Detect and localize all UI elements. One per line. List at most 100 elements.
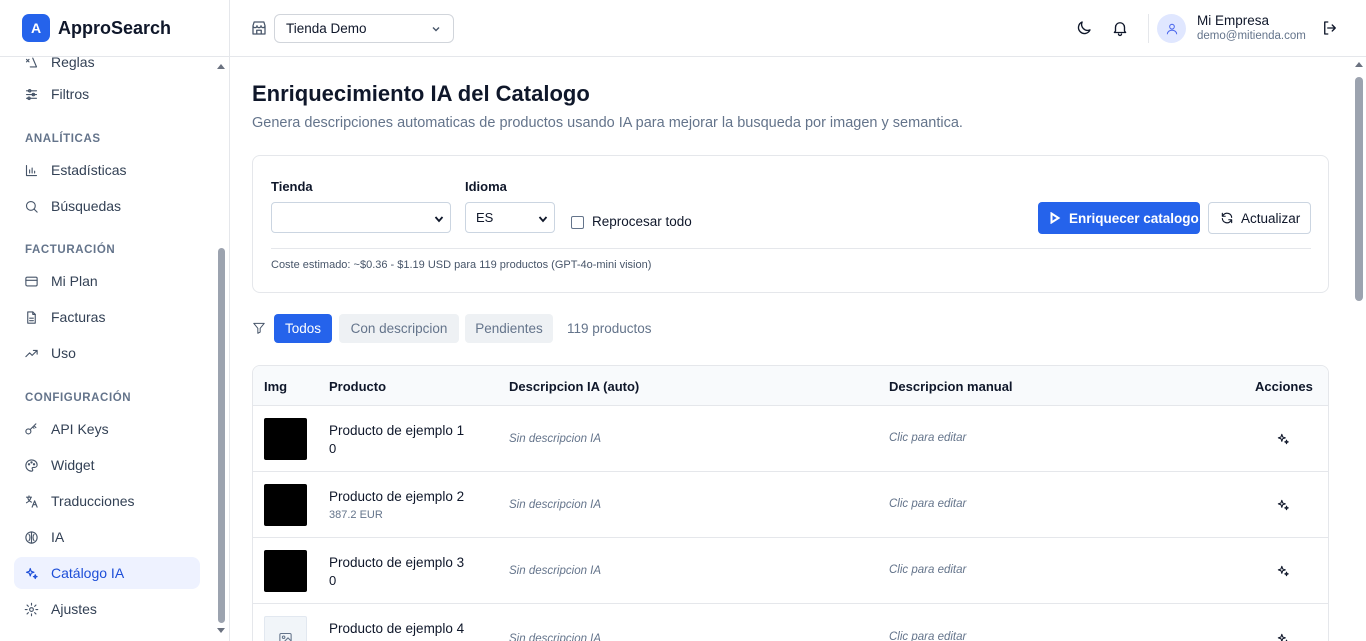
enrich-row-button[interactable] — [1276, 632, 1290, 641]
language-dropdown[interactable]: ES — [465, 202, 555, 233]
section-analiticas: ANALÍTICAS — [25, 133, 101, 145]
moon-icon — [1077, 21, 1091, 35]
notifications-button[interactable] — [1111, 19, 1129, 37]
sidebar-item-label: Widget — [51, 457, 95, 473]
sidebar-item-api-keys[interactable]: API Keys — [14, 413, 200, 445]
table-row: Producto de ejemplo 2 387.2 EUR Sin desc… — [253, 472, 1328, 538]
top-header: Tienda Demo Mi Empresa demo@mitienda.com — [230, 0, 1366, 57]
product-price: 387.2 EUR — [329, 509, 383, 521]
sidebar-item-label: Facturas — [51, 309, 106, 325]
scroll-up-arrow-icon[interactable] — [217, 64, 225, 69]
sliders-icon — [25, 88, 38, 100]
manual-description-edit[interactable]: Clic para editar — [889, 432, 966, 444]
sparkles-icon — [1277, 433, 1289, 445]
enrich-catalog-button[interactable]: Enriquecer catalogo — [1038, 202, 1200, 234]
language-label: Idioma — [465, 179, 507, 194]
product-price: 0 — [329, 441, 337, 456]
sidebar-item-label: Mi Plan — [51, 273, 98, 289]
sidebar-item-traducciones[interactable]: Traducciones — [14, 485, 200, 517]
product-thumbnail-placeholder — [264, 616, 307, 641]
store-icon — [250, 19, 268, 37]
sidebar-item-uso[interactable]: Uso — [14, 337, 200, 369]
scroll-up-arrow-icon[interactable] — [1354, 62, 1363, 67]
logout-icon — [1324, 21, 1336, 35]
section-facturacion: FACTURACIÓN — [25, 244, 116, 256]
product-name: Producto de ejemplo 4 — [329, 621, 465, 636]
play-icon — [1050, 212, 1061, 224]
sidebar-item-mi-plan[interactable]: Mi Plan — [14, 265, 200, 297]
sparkles-icon — [1277, 565, 1289, 577]
store-select[interactable]: Tienda Demo — [274, 14, 454, 43]
sidebar-item-busquedas[interactable]: Búsquedas — [14, 190, 200, 222]
sidebar-item-filtros[interactable]: Filtros — [14, 78, 200, 110]
product-thumbnail — [264, 550, 307, 592]
filter-chip-todos[interactable]: Todos — [274, 314, 332, 343]
sidebar-item-facturas[interactable]: Facturas — [14, 301, 200, 333]
product-name: Producto de ejemplo 2 — [329, 489, 465, 504]
filter-chip-pendientes[interactable]: Pendientes — [465, 314, 553, 343]
user-email: demo@mitienda.com — [1197, 30, 1306, 42]
refresh-icon — [1221, 212, 1233, 224]
sidebar-item-label: Ajustes — [51, 601, 97, 617]
sidebar-item-widget[interactable]: Widget — [14, 449, 200, 481]
ai-description: Sin descripcion IA — [509, 499, 602, 511]
language-dropdown-value: ES — [476, 210, 494, 225]
table-row: Producto de ejemplo 1 0 Sin descripcion … — [253, 406, 1328, 472]
refresh-label: Actualizar — [1241, 210, 1301, 226]
sidebar-item-catalogo-ia[interactable]: Catálogo IA — [14, 557, 200, 589]
table-row: Producto de ejemplo 4 Sin descripcion IA… — [253, 604, 1328, 641]
store-dropdown[interactable] — [271, 202, 451, 233]
enrich-row-button[interactable] — [1276, 432, 1290, 446]
bar-chart-icon — [25, 164, 38, 176]
sidebar-item-estadisticas[interactable]: Estadísticas — [14, 154, 200, 186]
header-divider — [1148, 14, 1149, 43]
reprocess-label[interactable]: Reprocesar todo — [592, 214, 692, 229]
sparkles-icon — [1277, 633, 1288, 641]
sparkles-icon — [1277, 499, 1289, 511]
filter-chip-con-descripcion[interactable]: Con descripcion — [339, 314, 459, 343]
sidebar-item-ajustes[interactable]: Ajustes — [14, 593, 200, 625]
refresh-button[interactable]: Actualizar — [1208, 202, 1311, 234]
manual-description-edit[interactable]: Clic para editar — [889, 498, 966, 510]
section-configuracion: CONFIGURACIÓN — [25, 392, 132, 404]
avatar[interactable] — [1157, 14, 1186, 43]
scroll-down-arrow-icon[interactable] — [217, 628, 225, 633]
column-header-acciones: Acciones — [1255, 379, 1313, 394]
column-header-descripcion-ia: Descripcion IA (auto) — [509, 379, 640, 394]
brain-icon — [25, 530, 38, 544]
product-name: Producto de ejemplo 1 — [329, 423, 465, 438]
sidebar: Reglas Filtros ANALÍTICAS Estadísticas B… — [0, 0, 230, 641]
ai-description: Sin descripcion IA — [509, 565, 602, 577]
page-title: Enriquecimiento IA del Catalogo — [252, 81, 590, 106]
enrich-row-button[interactable] — [1276, 564, 1290, 578]
product-count: 119 productos — [567, 321, 652, 336]
enrich-row-button[interactable] — [1276, 498, 1290, 512]
brand-logo: A — [22, 14, 50, 42]
sidebar-scroll-thumb[interactable] — [218, 248, 225, 623]
user-name: Mi Empresa — [1197, 13, 1270, 28]
sidebar-item-label: Catálogo IA — [51, 565, 125, 581]
sidebar-item-label: Estadísticas — [51, 162, 127, 178]
user-icon — [1166, 23, 1177, 34]
reprocess-checkbox[interactable] — [571, 216, 584, 229]
manual-description-edit[interactable]: Clic para editar — [889, 564, 966, 576]
sidebar-scrollbar[interactable] — [214, 60, 228, 641]
sidebar-item-ia[interactable]: IA — [14, 521, 200, 553]
cost-estimate: Coste estimado: ~$0.36 - $1.19 USD para … — [271, 259, 652, 271]
brand[interactable]: A ApproSearch — [0, 0, 229, 57]
trending-up-icon — [25, 349, 38, 357]
products-table: Img Producto Descripcion IA (auto) Descr… — [252, 365, 1329, 641]
page-subtitle: Genera descripciones automaticas de prod… — [252, 115, 963, 131]
dark-mode-toggle[interactable] — [1075, 19, 1093, 37]
gear-icon — [24, 602, 39, 616]
ai-description: Sin descripcion IA — [509, 433, 602, 445]
chevron-down-icon — [538, 216, 548, 223]
search-icon — [25, 200, 38, 213]
logout-button[interactable] — [1321, 19, 1339, 37]
languages-icon — [25, 494, 38, 508]
manual-description-edit[interactable]: Clic para editar — [889, 631, 966, 641]
main-scrollbar[interactable] — [1352, 57, 1366, 641]
chevron-down-icon — [434, 216, 444, 223]
sidebar-item-label: Búsquedas — [51, 198, 122, 214]
main-scroll-thumb[interactable] — [1355, 77, 1363, 301]
